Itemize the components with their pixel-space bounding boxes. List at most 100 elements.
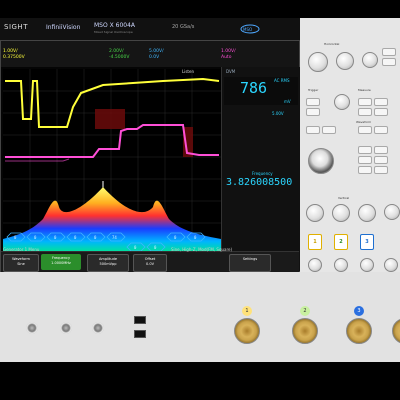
- channel-4-scale-knob[interactable]: [384, 204, 400, 220]
- measure-key[interactable]: [374, 98, 388, 106]
- usb-port[interactable]: [134, 330, 146, 338]
- aux-bnc-connector[interactable]: [26, 322, 38, 334]
- measure-key[interactable]: [358, 98, 372, 106]
- input-2-label: 2: [300, 306, 310, 316]
- decode-label: 0: [54, 235, 57, 240]
- panel-key[interactable]: [322, 126, 336, 134]
- decode-label: 0: [94, 235, 97, 240]
- panel-key[interactable]: [382, 58, 396, 66]
- channel-3-offset-knob[interactable]: [360, 258, 374, 272]
- aux-bnc-connector[interactable]: [60, 322, 72, 334]
- channel-2-status[interactable]: 2.00V/ -4.5000V: [109, 49, 129, 61]
- panel-key[interactable]: [374, 156, 388, 164]
- channel-1-offset: 0.37500V: [3, 55, 25, 60]
- oscilloscope: SIGHT InfiniiVision MSO X 6004A Mixed Si…: [0, 0, 400, 400]
- navigate-knob[interactable]: [362, 52, 378, 68]
- channel-2-offset-knob[interactable]: [334, 258, 348, 272]
- decode-label: 0: [154, 245, 157, 250]
- channel-2-scale-knob[interactable]: [332, 204, 350, 222]
- trigger-level-knob[interactable]: [334, 94, 350, 110]
- channel-1-offset-knob[interactable]: [308, 258, 322, 272]
- softkey-offset[interactable]: Offset 0.0V: [133, 254, 167, 272]
- panel-key[interactable]: [358, 146, 372, 154]
- decode-label: 0: [34, 235, 37, 240]
- horizontal-position-knob[interactable]: [336, 52, 354, 70]
- sample-rate: 20 GSa/s: [172, 24, 195, 30]
- panel-key[interactable]: [374, 166, 388, 174]
- dvm-tab[interactable]: DVM: [226, 69, 235, 74]
- measure-key[interactable]: [374, 108, 388, 116]
- horizontal-header: Horizontal: [324, 42, 340, 46]
- softkey-title: Settings: [242, 257, 258, 261]
- vertical-header: Vertical: [338, 196, 350, 200]
- panel-key[interactable]: [358, 126, 372, 134]
- channel-2-button[interactable]: 2: [334, 234, 348, 250]
- softkey-value: 0.0V: [146, 262, 154, 266]
- softkey-title: Amplitude: [99, 257, 117, 261]
- decode-label: 0: [14, 235, 17, 240]
- waveform-plot[interactable]: [3, 69, 221, 251]
- channel-3-input[interactable]: [346, 318, 372, 344]
- bottom-bezel: [0, 362, 400, 400]
- input-3-label: 3: [354, 306, 364, 316]
- panel-key[interactable]: [374, 146, 388, 154]
- channel-2-offset: -4.5000V: [109, 55, 130, 60]
- trigger-key[interactable]: [306, 98, 320, 106]
- panel-key[interactable]: [382, 48, 396, 56]
- measurement-side-panel: Listen DVM AC RMS 786 mV 5.00V Frequency…: [182, 67, 300, 271]
- front-connector-panel: 1 2 3: [0, 272, 400, 362]
- softkey-value: 1.0000MHz: [51, 261, 71, 265]
- softkey-value: Sine: [17, 262, 25, 266]
- channel-1-button[interactable]: 1: [308, 234, 322, 250]
- brand-name: SIGHT: [4, 23, 28, 31]
- svg-text:MSO: MSO: [243, 27, 252, 32]
- model-subtitle: Mixed Signal Oscilloscope: [94, 30, 133, 34]
- brand-bar: SIGHT InfiniiVision MSO X 6004A Mixed Si…: [0, 18, 300, 41]
- trigger-key[interactable]: [306, 108, 320, 116]
- softkey-settings[interactable]: Settings: [229, 254, 271, 272]
- panel-key[interactable]: [358, 156, 372, 164]
- dvm-unit: mV: [284, 99, 291, 104]
- frequency-value: 3.826008500: [226, 177, 293, 188]
- channel-1-input[interactable]: [234, 318, 260, 344]
- display-screen: 1.00V/ 0.37500V 2.00V/ -4.5000V 5.00V/ 0…: [0, 40, 300, 272]
- model-name: MSO X 6004A: [94, 22, 136, 29]
- softkey-waveform[interactable]: Waveform Sine: [3, 254, 39, 272]
- usb-port[interactable]: [134, 316, 146, 324]
- decode-label: 0: [194, 235, 197, 240]
- frequency-label: Frequency: [252, 171, 273, 176]
- measure-key[interactable]: [358, 108, 372, 116]
- channel-3-offset: 0.0V: [149, 55, 160, 60]
- acquisition-mode: Auto: [221, 55, 232, 60]
- mask-zone-1: [95, 109, 125, 129]
- channel-3-status[interactable]: 5.00V/ 0.0V: [149, 49, 164, 61]
- panel-key[interactable]: [306, 126, 320, 134]
- entry-knob[interactable]: [308, 148, 334, 174]
- channel-3-scale-knob[interactable]: [358, 204, 376, 222]
- softkey-title: Frequency: [51, 256, 71, 260]
- channel-1-scale-knob[interactable]: [306, 204, 324, 222]
- dvm-mode: AC RMS: [274, 78, 290, 83]
- softkey-title: Waveform: [12, 257, 30, 261]
- decode-label: 0: [134, 245, 137, 250]
- panel-key[interactable]: [358, 166, 372, 174]
- dvm-range: 5.00V: [272, 111, 284, 116]
- aux-bnc-connector[interactable]: [92, 322, 104, 334]
- channel-3-button[interactable]: 3: [360, 234, 374, 250]
- channel-2-input[interactable]: [292, 318, 318, 344]
- horizontal-scale-knob[interactable]: [308, 52, 328, 72]
- softkey-menu-info: Sine, High-Z, Mod(FM, Square): [171, 247, 233, 252]
- channel-4-input[interactable]: [392, 318, 400, 344]
- softkey-frequency[interactable]: Frequency 1.0000MHz: [41, 254, 81, 270]
- softkey-amplitude[interactable]: Amplitude 500mVpp: [87, 254, 129, 272]
- dvm-readout: AC RMS 786 mV: [224, 77, 298, 105]
- decode-label: 0: [174, 235, 177, 240]
- channel-1-status[interactable]: 1.00V/ 0.37500V: [3, 49, 25, 61]
- listen-tab[interactable]: Listen: [182, 69, 194, 74]
- decode-label: 0: [74, 235, 77, 240]
- channel-4-status[interactable]: 1.00V/ Auto: [221, 49, 236, 61]
- softkey-value: 500mVpp: [99, 262, 117, 266]
- measure-header: Measure: [358, 88, 371, 92]
- channel-4-offset-knob[interactable]: [384, 258, 398, 272]
- panel-key[interactable]: [374, 126, 388, 134]
